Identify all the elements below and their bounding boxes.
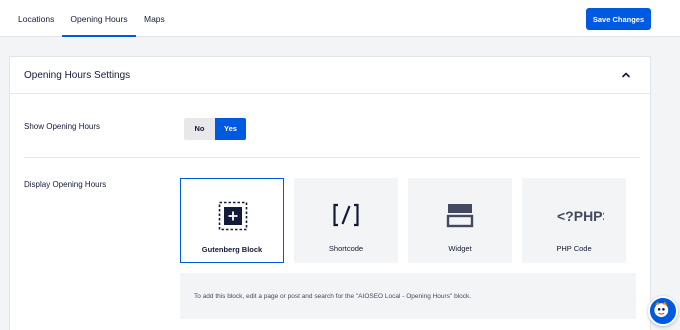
option-label: Gutenberg Block	[201, 245, 263, 254]
widget-icon	[446, 204, 474, 228]
option-php-code[interactable]: <?PHP> PHP Code	[522, 178, 626, 263]
show-opening-hours-label: Show Opening Hours	[24, 122, 101, 131]
card-title: Opening Hours Settings	[24, 70, 131, 81]
divider	[24, 157, 640, 158]
opening-hours-settings-card: Opening Hours Settings Show Opening Hour…	[9, 56, 651, 330]
tab-maps[interactable]: Maps	[144, 0, 165, 37]
card-header[interactable]: Opening Hours Settings	[10, 57, 650, 94]
display-opening-hours-label: Display Opening Hours	[24, 180, 107, 189]
option-label: Widget	[448, 244, 472, 253]
toggle-yes-option[interactable]: Yes	[215, 118, 246, 140]
info-box: To add this block, edit a page or post a…	[180, 273, 636, 319]
tab-opening-hours[interactable]: Opening Hours	[62, 0, 136, 37]
save-changes-button[interactable]: Save Changes	[586, 8, 651, 30]
mascot-icon	[650, 298, 673, 321]
option-widget[interactable]: Widget	[408, 178, 512, 263]
option-gutenberg-block[interactable]: Gutenberg Block	[180, 178, 284, 263]
option-label: PHP Code	[556, 244, 592, 253]
toggle-no-option[interactable]: No	[184, 118, 215, 140]
gutenberg-block-icon	[218, 201, 248, 231]
option-shortcode[interactable]: Shortcode	[294, 178, 398, 263]
tab-locations[interactable]: Locations	[18, 0, 54, 37]
help-assistant-button[interactable]	[648, 296, 678, 326]
php-code-icon: <?PHP>	[557, 208, 604, 224]
option-label: Shortcode	[328, 244, 364, 253]
show-opening-hours-toggle[interactable]: No Yes	[184, 118, 246, 140]
shortcode-icon	[333, 203, 359, 227]
top-nav-bar: Locations Opening Hours Maps Save Change…	[0, 0, 680, 37]
chevron-up-icon[interactable]	[620, 69, 632, 81]
info-text: To add this block, edit a page or post a…	[194, 293, 472, 300]
svg-text:<?PHP>: <?PHP>	[557, 208, 604, 224]
